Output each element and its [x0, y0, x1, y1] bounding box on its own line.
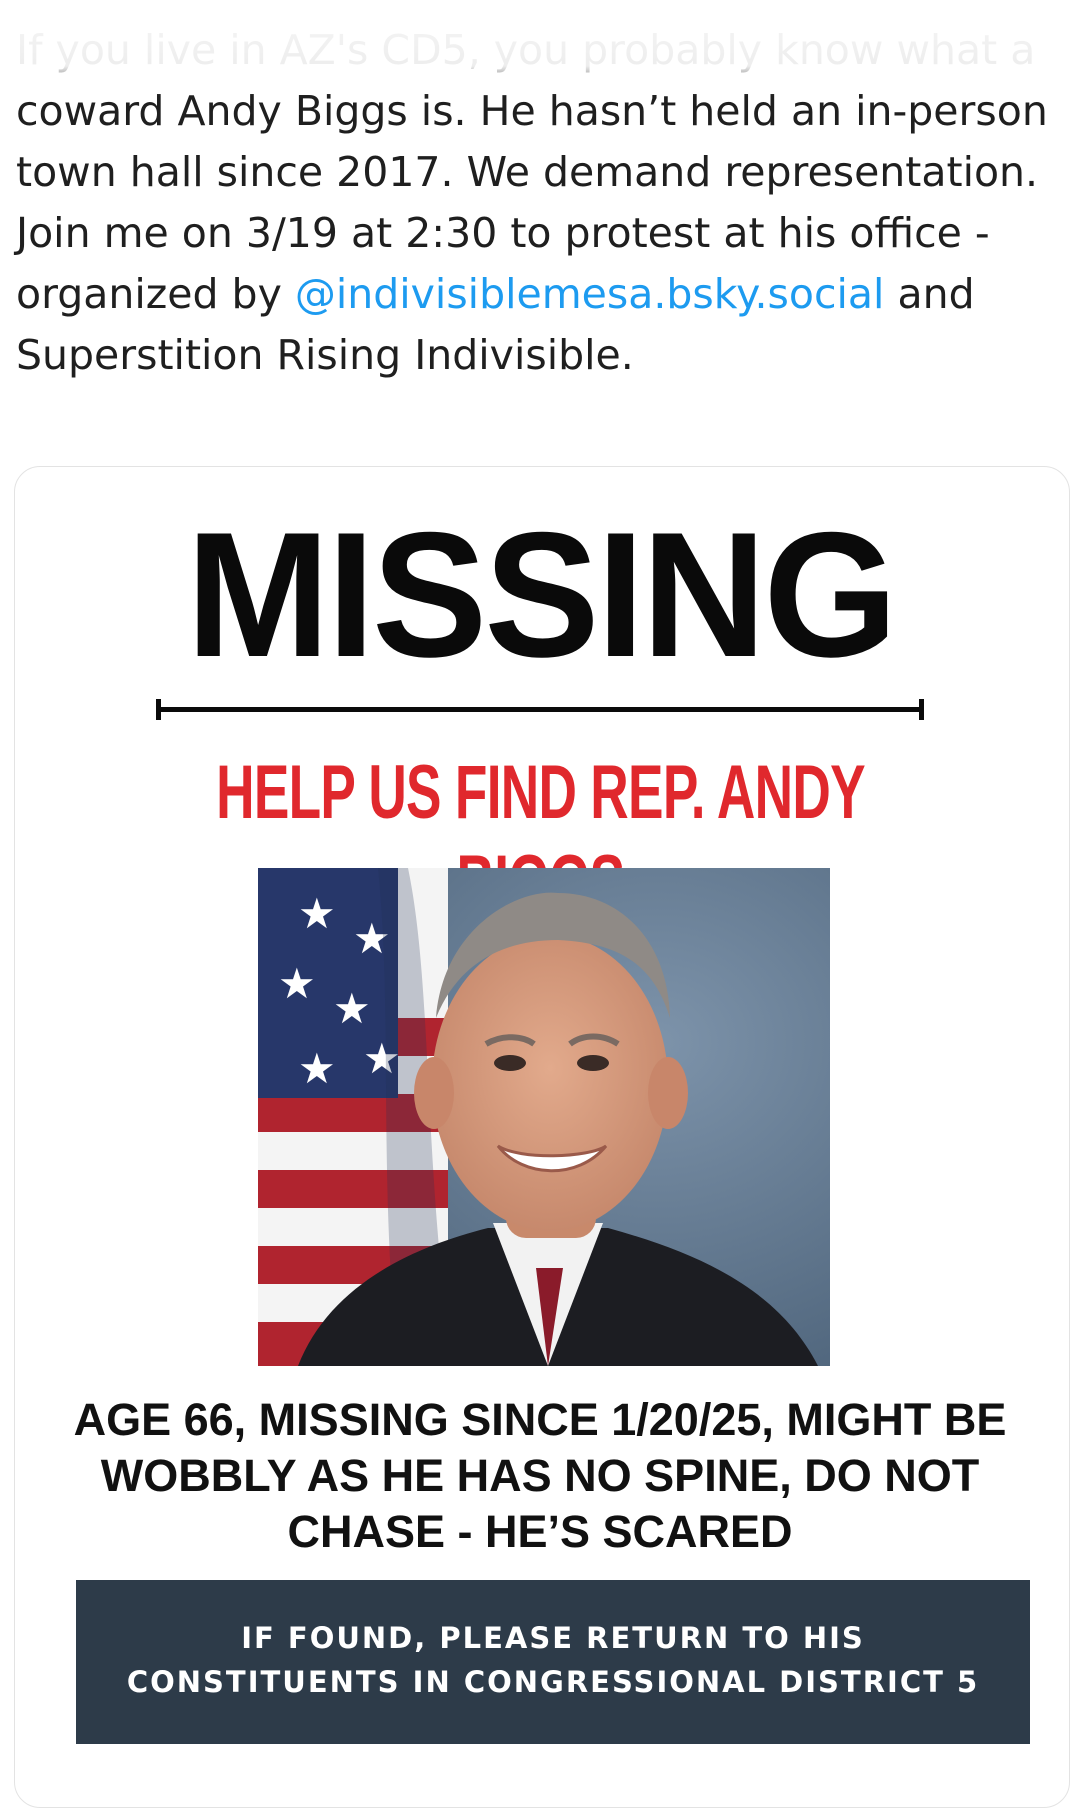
return-banner: IF FOUND, PLEASE RETURN TO HIS CONSTITUE… [76, 1580, 1030, 1744]
banner-line-2: CONSTITUENTS IN CONGRESSIONAL DISTRICT 5 [126, 1665, 980, 1699]
post-text: If you live in AZ's CD5, you probably kn… [16, 26, 1048, 379]
poster-description: AGE 66, MISSING SINCE 1/20/25, MIGHT BE … [73, 1394, 1007, 1557]
poster-headline: MISSING [186, 495, 898, 694]
svg-text:★: ★ [298, 889, 336, 938]
svg-text:★: ★ [333, 984, 371, 1033]
banner-text: IF FOUND, PLEASE RETURN TO HIS CONSTITUE… [76, 1616, 1030, 1704]
banner-line-1: IF FOUND, PLEASE RETURN TO HIS [241, 1621, 865, 1655]
svg-text:★: ★ [278, 959, 316, 1008]
mention-link[interactable]: @indivisiblemesa.bsky.social [295, 270, 885, 318]
portrait-photo: ★ ★ ★ ★ ★ ★ [258, 868, 830, 1366]
headline-rule [156, 699, 924, 720]
svg-text:★: ★ [298, 1044, 336, 1093]
